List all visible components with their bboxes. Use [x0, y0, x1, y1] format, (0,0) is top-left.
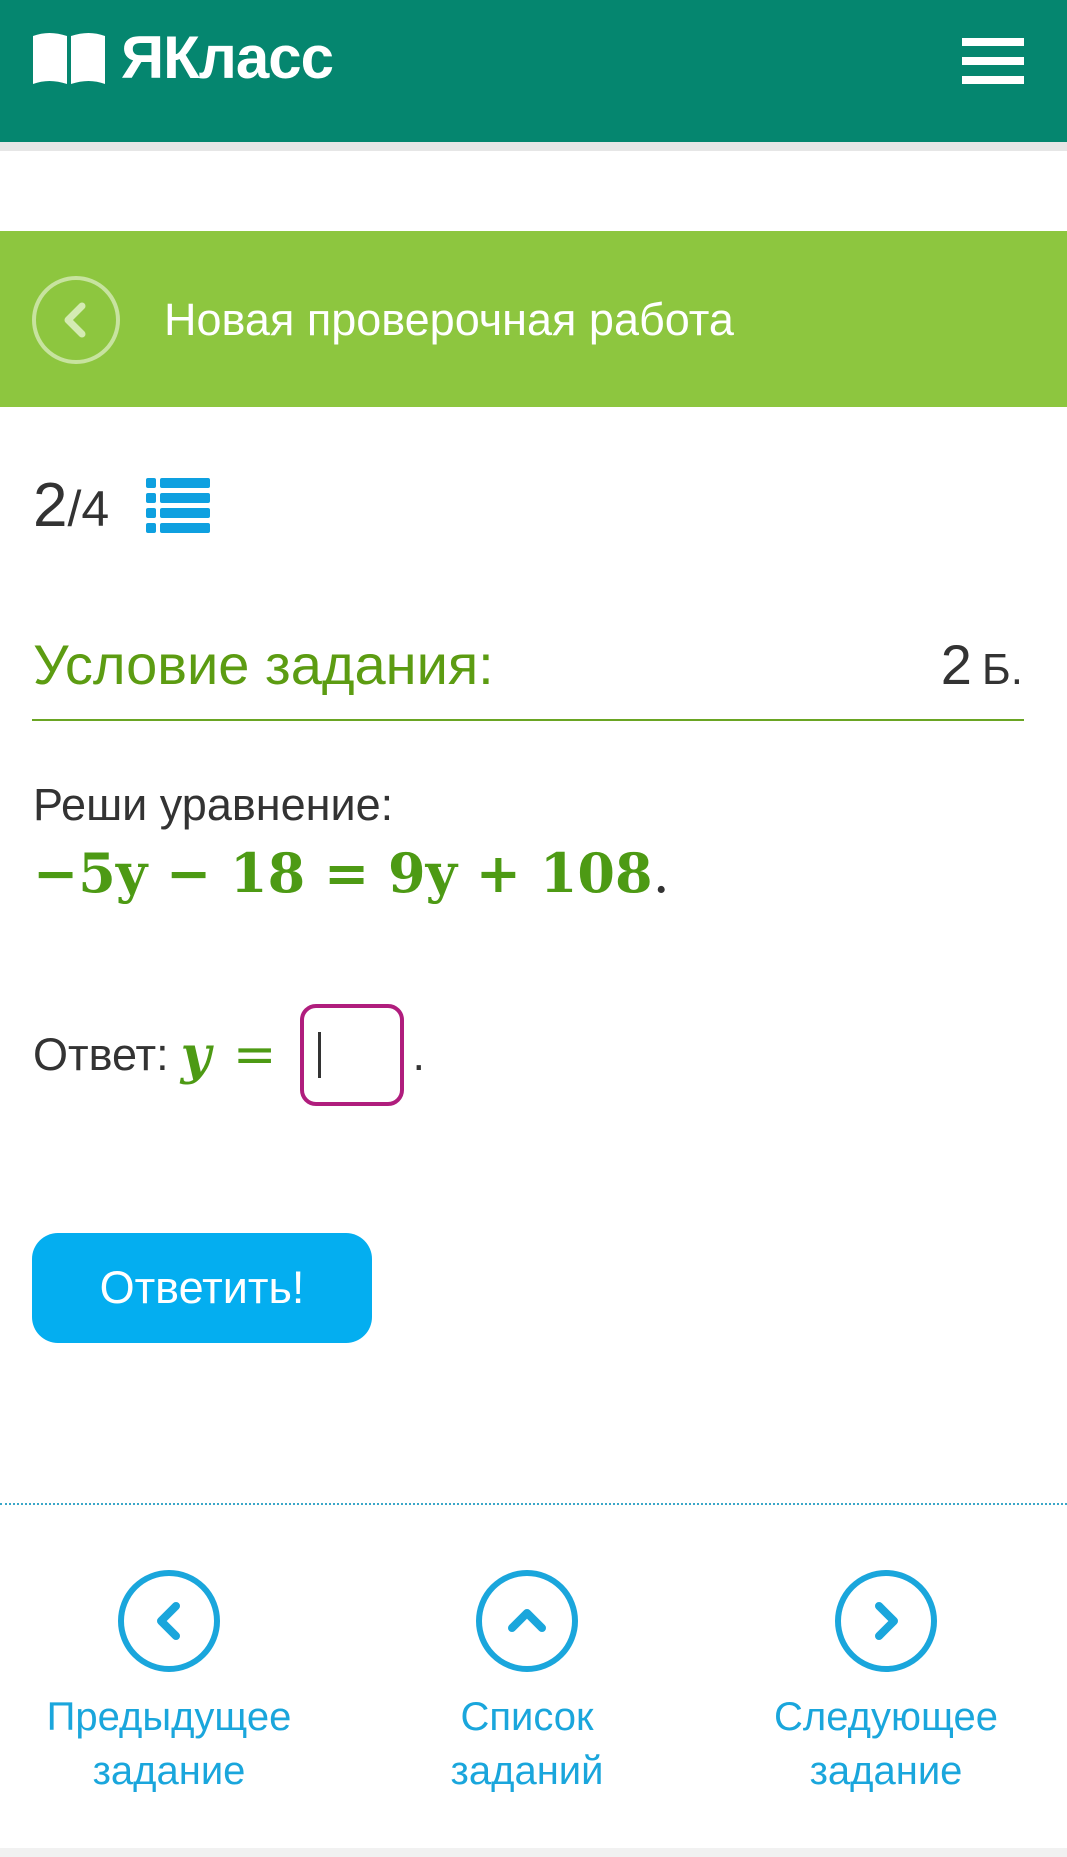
task-list-label: Список заданий	[377, 1690, 677, 1798]
chevron-left-icon	[64, 302, 86, 338]
prev-task-button[interactable]: Предыдущее задание	[19, 1570, 319, 1798]
task-list-label-line2: заданий	[450, 1749, 604, 1793]
answer-row: Ответ: y = .	[33, 1000, 425, 1110]
banner-title: Новая проверочная работа	[164, 294, 734, 345]
points-badge: 2 Б.	[941, 632, 1023, 703]
task-counter: 2/4	[33, 470, 109, 545]
next-task-label: Следующее задание	[736, 1690, 1036, 1798]
footer-divider	[0, 1503, 1067, 1505]
logo-text: ЯКласс	[121, 24, 334, 91]
back-button[interactable]	[32, 276, 120, 364]
points-unit: Б.	[981, 645, 1023, 694]
prev-task-label-line1: Предыдущее	[46, 1695, 292, 1739]
logo[interactable]: ЯКласс	[31, 24, 334, 91]
answer-period: .	[412, 1029, 425, 1080]
prev-task-label: Предыдущее задание	[19, 1690, 319, 1798]
header-divider	[0, 142, 1067, 151]
next-task-label-line2: задание	[809, 1749, 963, 1793]
current-task-number: 2	[33, 471, 68, 540]
submit-button[interactable]: Ответить!	[32, 1233, 372, 1343]
task-list-button[interactable]: Список заданий	[377, 1570, 677, 1798]
task-instruction: Реши уравнение:	[33, 779, 394, 830]
equation: −5y − 18 = 9y + 108.	[33, 840, 670, 907]
list-icon[interactable]	[146, 478, 210, 534]
prev-task-label-line2: задание	[92, 1749, 246, 1793]
total-task-number: 4	[81, 481, 110, 537]
prev-circle	[118, 1570, 220, 1672]
answer-label: Ответ:	[33, 1029, 169, 1080]
answer-variable: y	[180, 1024, 211, 1086]
answer-equals: =	[232, 1025, 277, 1085]
task-list-label-line1: Список	[460, 1695, 594, 1739]
hamburger-menu-icon[interactable]	[962, 38, 1024, 84]
book-icon	[33, 33, 105, 84]
points-value: 2	[940, 633, 972, 696]
next-task-button[interactable]: Следующее задание	[736, 1570, 1036, 1798]
bottom-edge	[0, 1848, 1067, 1857]
equation-text: −5y − 18 = 9y + 108	[33, 841, 653, 905]
equation-period: .	[652, 842, 670, 905]
chevron-right-icon	[875, 1602, 898, 1640]
condition-heading: Условие задания:	[33, 633, 494, 696]
answer-input[interactable]	[300, 1004, 405, 1106]
next-circle	[835, 1570, 937, 1672]
chevron-left-icon	[157, 1602, 180, 1640]
chevron-up-icon	[508, 1609, 546, 1632]
text-caret	[318, 1032, 322, 1078]
counter-separator: /	[67, 481, 82, 537]
list-circle	[476, 1570, 578, 1672]
top-bar: ЯКласс	[0, 0, 1067, 142]
condition-divider	[32, 719, 1024, 721]
next-task-label-line1: Следующее	[774, 1695, 998, 1739]
